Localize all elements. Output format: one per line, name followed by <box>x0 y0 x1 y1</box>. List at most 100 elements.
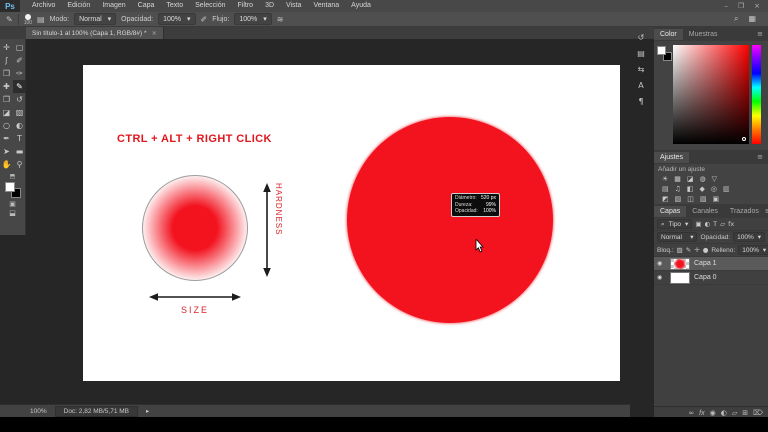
adjustment-icon[interactable]: ▣ <box>713 195 720 203</box>
tool-blur[interactable]: ○ <box>0 119 13 132</box>
layer-row-capa-0[interactable]: ◉ Capa 0 <box>654 271 768 285</box>
menu-edicion[interactable]: Edición <box>61 0 96 12</box>
tool-lasso[interactable]: ʃ <box>0 54 13 67</box>
adjustment-icon[interactable]: ◆ <box>700 185 705 193</box>
new-layer-icon[interactable]: ⊞ <box>742 409 748 417</box>
menu-filtro[interactable]: Filtro <box>232 0 260 12</box>
quick-mask-icon[interactable]: ▣ <box>9 200 16 208</box>
tool-eraser[interactable]: ◪ <box>0 106 13 119</box>
menu-capa[interactable]: Capa <box>132 0 161 12</box>
canvas-area[interactable]: CTRL + ALT + RIGHT CLICK HARDNESS SIZE D… <box>83 65 620 381</box>
airbrush-icon[interactable]: ≋ <box>277 15 284 24</box>
adjustment-icon[interactable]: ♫ <box>675 185 681 193</box>
adjustment-icon[interactable]: ☀ <box>662 175 668 183</box>
delete-layer-icon[interactable]: ⌦ <box>753 409 763 417</box>
menu-3d[interactable]: 3D <box>259 0 280 12</box>
layer-fill-select[interactable]: 100% ▾ <box>738 245 768 255</box>
tool-spot-healing[interactable]: ✚ <box>0 80 13 93</box>
adjustment-icon[interactable]: ▥ <box>723 185 730 193</box>
tool-history-brush[interactable]: ↺ <box>13 93 26 106</box>
filter-effects-icon[interactable]: fx <box>728 220 734 228</box>
tab-capas[interactable]: Capas <box>654 206 686 217</box>
panel-menu-icon[interactable]: ≡ <box>757 30 768 38</box>
layer-mask-icon[interactable]: ◉ <box>710 409 716 417</box>
saturation-brightness-picker[interactable] <box>673 45 749 144</box>
layer-blend-mode-select[interactable]: Normal ▾ <box>657 232 697 242</box>
tool-quick-selection[interactable]: ✐ <box>13 54 26 67</box>
tab-canales[interactable]: Canales <box>686 206 724 217</box>
device-preview-panel-icon[interactable]: ⇆ <box>638 65 645 74</box>
adjustment-icon[interactable]: ◪ <box>687 175 694 183</box>
filter-adjustment-icon[interactable]: ◐ <box>704 220 710 228</box>
tab-color[interactable]: Color <box>654 29 683 40</box>
adjustment-icon[interactable]: ◫ <box>687 195 694 203</box>
lock-all-icon[interactable]: ● <box>703 246 709 254</box>
tool-zoom[interactable]: ⚲ <box>13 158 26 171</box>
adjustment-layer-icon[interactable]: ◐ <box>721 409 727 417</box>
status-menu-arrow-icon[interactable]: ▸ <box>146 407 149 415</box>
menu-vista[interactable]: Vista <box>280 0 307 12</box>
tab-trazados[interactable]: Trazados <box>724 206 765 217</box>
menu-archivo[interactable]: Archivo <box>26 0 61 12</box>
flow-select[interactable]: 100% ▾ <box>234 13 271 25</box>
new-group-icon[interactable]: ▱ <box>732 409 737 417</box>
history-panel-icon[interactable]: ↺ <box>638 33 645 42</box>
filter-shape-icon[interactable]: ▱ <box>720 220 725 228</box>
tool-shape[interactable]: ▬ <box>13 145 26 158</box>
adjustment-icon[interactable]: ▽ <box>712 175 717 183</box>
adjustment-icon[interactable]: ◩ <box>662 195 669 203</box>
tab-muestras[interactable]: Muestras <box>683 29 724 40</box>
adjustment-icon[interactable]: ◧ <box>687 185 694 193</box>
properties-panel-icon[interactable]: ▤ <box>637 49 645 58</box>
paragraph-panel-icon[interactable]: ¶ <box>638 97 643 106</box>
pressure-opacity-icon[interactable]: ✐ <box>201 15 208 24</box>
visibility-eye-icon[interactable]: ◉ <box>657 274 666 281</box>
layer-thumbnail[interactable] <box>670 258 690 270</box>
tool-hand[interactable]: ✋ <box>0 158 13 171</box>
tool-rectangular-marquee[interactable]: ▢ <box>13 41 26 54</box>
screen-mode-icon[interactable]: ⬓ <box>9 209 16 217</box>
foreground-color-swatch[interactable] <box>657 46 666 55</box>
minimize-icon[interactable]: – <box>724 2 728 10</box>
tool-clone-stamp[interactable]: ❐ <box>0 93 13 106</box>
tool-path-selection[interactable]: ➤ <box>0 145 13 158</box>
panel-menu-icon[interactable]: ≡ <box>757 153 768 161</box>
menu-imagen[interactable]: Imagen <box>96 0 131 12</box>
tool-gradient[interactable]: ▧ <box>13 106 26 119</box>
default-swatches-icon[interactable]: ⬒ <box>10 173 16 180</box>
layer-filter-select[interactable]: ⌕ Tipo ▾ <box>657 219 692 229</box>
menu-ventana[interactable]: Ventana <box>307 0 345 12</box>
menu-ayuda[interactable]: Ayuda <box>345 0 377 12</box>
lock-position-icon[interactable]: ✛ <box>694 246 699 254</box>
search-icon[interactable]: ⌕ <box>734 14 738 24</box>
tool-crop[interactable]: ❒ <box>0 67 13 80</box>
lock-transparency-icon[interactable]: ▨ <box>677 246 683 254</box>
adjustment-icon[interactable]: ◎ <box>711 185 717 193</box>
tab-ajustes[interactable]: Ajustes <box>654 152 689 163</box>
filter-pixel-icon[interactable]: ▣ <box>695 220 701 228</box>
adjustment-icon[interactable]: ▤ <box>662 185 669 193</box>
layer-opacity-select[interactable]: 100% ▾ <box>733 232 765 242</box>
close-icon[interactable]: × <box>754 2 760 10</box>
tool-move[interactable]: ✛ <box>0 41 13 54</box>
adjustment-icon[interactable]: ◍ <box>700 175 706 183</box>
filter-type-icon[interactable]: T <box>713 220 717 228</box>
tool-pen[interactable]: ✒ <box>0 132 13 145</box>
link-layers-icon[interactable]: ∞ <box>688 409 694 417</box>
menu-seleccion[interactable]: Selección <box>189 0 231 12</box>
tab-close-icon[interactable]: × <box>152 29 157 37</box>
blend-mode-select[interactable]: Normal ▾ <box>74 13 116 25</box>
workspace-layout-icon[interactable]: ▦ <box>748 14 756 24</box>
foreground-color-swatch[interactable] <box>5 182 15 192</box>
tool-dodge[interactable]: ◐ <box>13 119 26 132</box>
layer-effects-icon[interactable]: fx <box>699 410 704 417</box>
brush-tool-icon[interactable]: ✎ <box>6 15 13 24</box>
tool-type[interactable]: T <box>13 132 26 145</box>
hue-slider[interactable] <box>752 45 761 144</box>
menu-texto[interactable]: Texto <box>160 0 189 12</box>
toggle-brush-panel-icon[interactable]: ▤ <box>37 15 45 24</box>
character-panel-icon[interactable]: A <box>638 81 643 90</box>
layer-thumbnail[interactable] <box>670 272 690 284</box>
layer-row-capa-1[interactable]: ◉ Capa 1 <box>654 257 768 271</box>
tool-brush[interactable]: ✎ <box>13 80 26 93</box>
